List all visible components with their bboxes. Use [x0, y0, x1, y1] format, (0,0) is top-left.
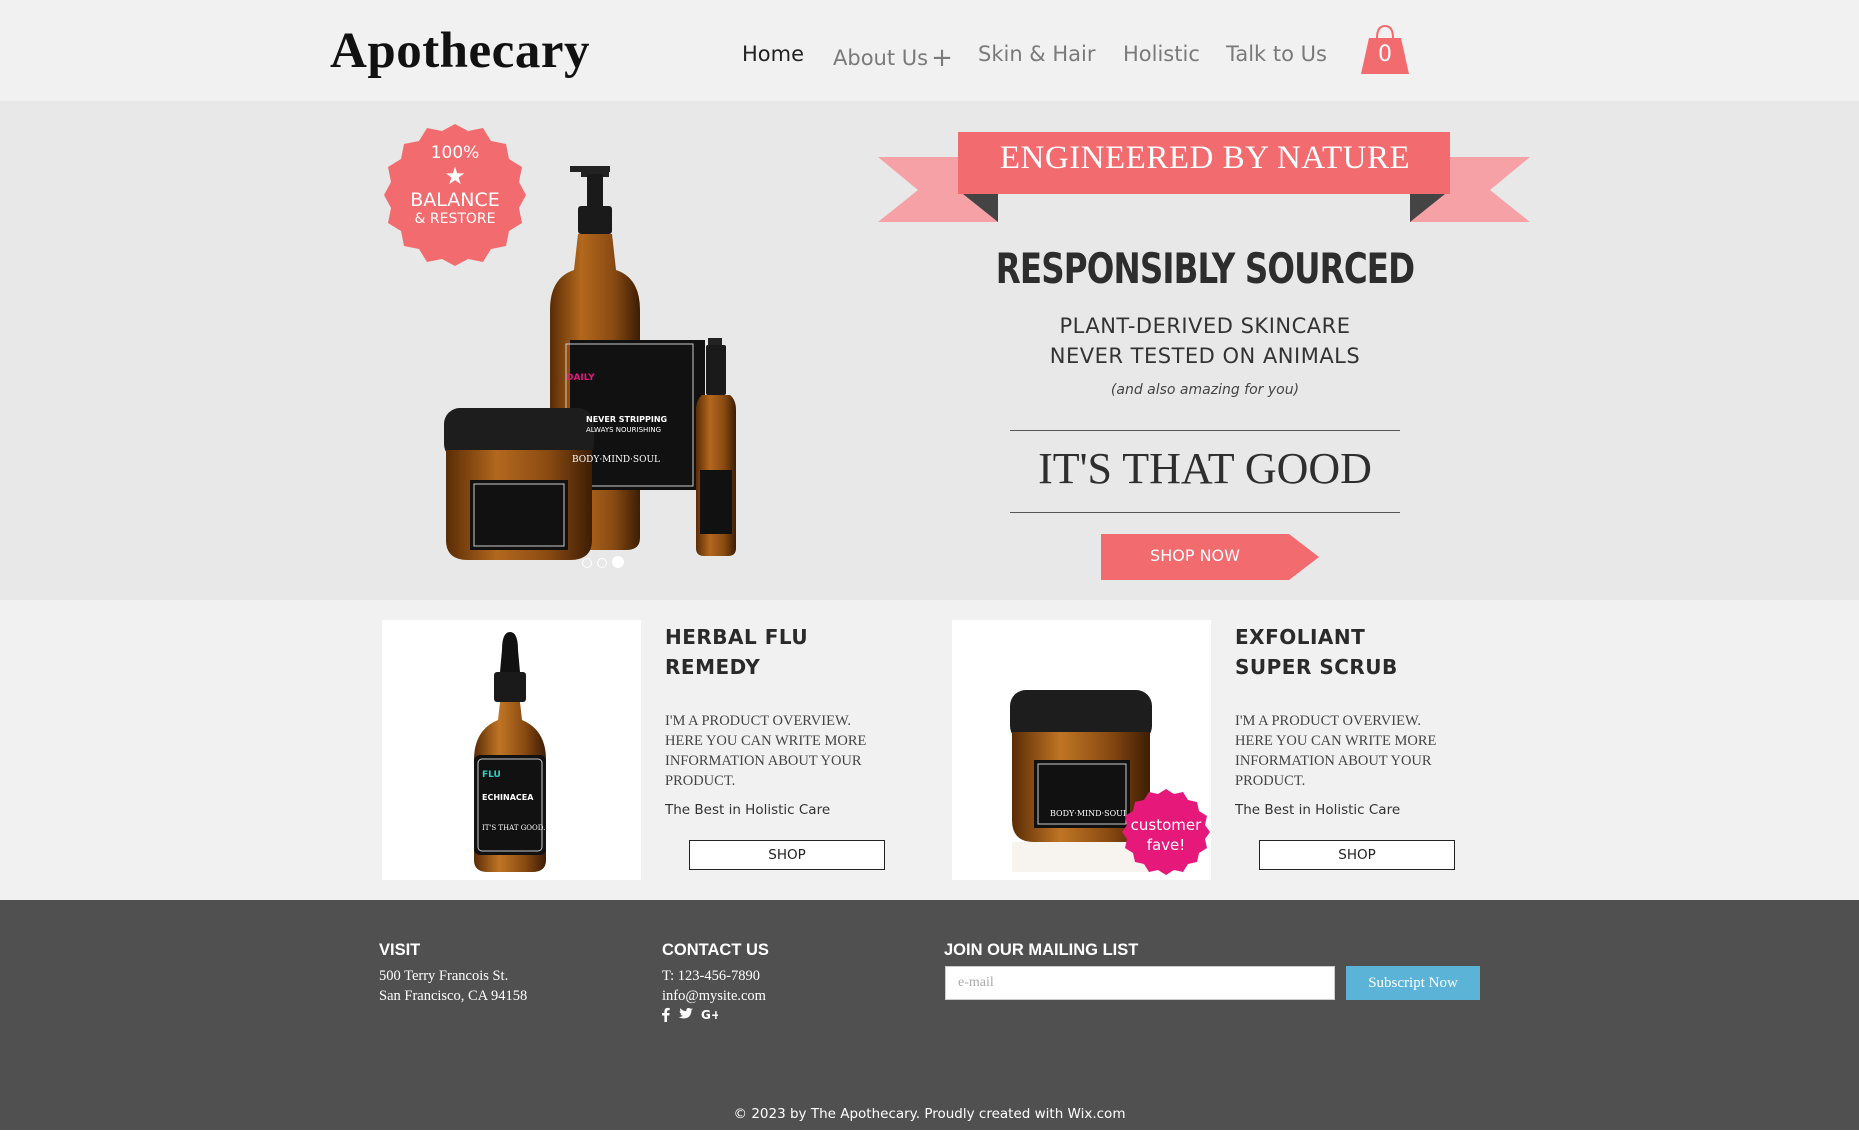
hero-subline-2: NEVER TESTED ON ANIMALS: [1049, 344, 1361, 368]
mailing-list-heading: JOIN OUR MAILING LIST: [944, 941, 1139, 959]
cart-button[interactable]: 0: [1359, 24, 1411, 76]
copyright: © 2023 by The Apothecary. Proudly create…: [733, 1106, 1126, 1122]
slide-dot-3[interactable]: [612, 556, 624, 568]
svg-text:ECHINACEA: ECHINACEA: [482, 793, 534, 802]
cart-count: 0: [1378, 42, 1392, 67]
ribbon-text: ENGINEERED BY NATURE: [999, 140, 1411, 176]
address-line-2: San Francisco, CA 94158: [379, 988, 528, 1004]
product-title-line-2: SUPER SCRUB: [1235, 655, 1398, 679]
nav-talk-to-us[interactable]: Talk to Us: [1226, 42, 1327, 66]
site-logo[interactable]: Apothecary: [330, 22, 590, 80]
expand-plus-icon[interactable]: +: [931, 43, 953, 73]
hero-tagline: IT'S THAT GOOD: [1038, 444, 1372, 493]
svg-text:NEVER STRIPPING: NEVER STRIPPING: [586, 415, 667, 424]
facebook-icon[interactable]: [661, 1007, 670, 1022]
subscribe-button[interactable]: Subscript Now: [1346, 966, 1480, 1000]
nav-about-us[interactable]: About Us +: [833, 42, 953, 73]
svg-text:BODY·MIND·SOUL: BODY·MIND·SOUL: [572, 455, 660, 465]
product-title[interactable]: EXFOLIANT SUPER SCRUB: [1235, 622, 1495, 682]
google-plus-icon[interactable]: G+: [701, 1007, 718, 1021]
product-description: I'M A PRODUCT OVERVIEW. HERE YOU CAN WRI…: [665, 713, 867, 789]
customer-fave-text: customer fave!: [1122, 815, 1210, 855]
slider-dots: [582, 553, 629, 572]
shop-button[interactable]: SHOP: [689, 840, 885, 870]
nav-holistic[interactable]: Holistic: [1123, 42, 1200, 66]
product-description: I'M A PRODUCT OVERVIEW. HERE YOU CAN WRI…: [1235, 713, 1437, 789]
divider: [1010, 512, 1400, 513]
fave-line-1: customer: [1130, 816, 1202, 834]
product-title[interactable]: HERBAL FLU REMEDY: [665, 622, 925, 682]
hero-headline: RESPONSIBLY SOURCED: [995, 244, 1415, 293]
product-title-line-1: HERBAL FLU: [665, 625, 809, 649]
herbal-flu-remedy-image[interactable]: FLU ECHINACEA IT'S THAT GOOD.: [382, 620, 641, 880]
fave-line-2: fave!: [1146, 836, 1186, 854]
slide-dot-1[interactable]: [582, 558, 592, 568]
dropper-bottle-image: FLU ECHINACEA IT'S THAT GOOD.: [474, 632, 546, 872]
svg-text:FLU: FLU: [482, 770, 501, 780]
site-header: Apothecary Home About Us + Skin & Hair Ho…: [0, 0, 1859, 101]
nav-home[interactable]: Home: [742, 42, 804, 66]
product-tagline: The Best in Holistic Care: [1235, 802, 1401, 818]
contact-heading: CONTACT US: [662, 941, 769, 959]
shop-button[interactable]: SHOP: [1259, 840, 1455, 870]
svg-text:G+: G+: [701, 1008, 718, 1021]
product-tagline: The Best in Holistic Care: [665, 802, 831, 818]
nav-about-us-label: About Us: [833, 46, 929, 70]
contact-phone: T: 123-456-7890: [662, 968, 760, 984]
svg-text:BODY·MIND·SOUL: BODY·MIND·SOUL: [1050, 809, 1129, 818]
address-line-1: 500 Terry Francois St.: [379, 968, 509, 984]
featured-products: [0, 600, 1859, 900]
site-footer: [0, 900, 1859, 1130]
product-title-line-1: EXFOLIANT: [1235, 625, 1366, 649]
nav-skin-hair[interactable]: Skin & Hair: [978, 42, 1096, 66]
email-input[interactable]: [945, 966, 1335, 1000]
social-links: G+: [661, 1007, 721, 1023]
page: Apothecary Home About Us + Skin & Hair Ho…: [0, 0, 1859, 1140]
svg-text:DAILY: DAILY: [566, 373, 595, 383]
contact-email[interactable]: info@mysite.com: [662, 986, 766, 1006]
slide-dot-2[interactable]: [597, 558, 607, 568]
twitter-icon[interactable]: [678, 1007, 694, 1021]
product-title-line-2: REMEDY: [665, 655, 761, 679]
page-bottom-edge: [0, 1130, 1859, 1140]
svg-text:IT'S THAT GOOD.: IT'S THAT GOOD.: [482, 824, 545, 832]
svg-text:ALWAYS NOURISHING: ALWAYS NOURISHING: [586, 426, 661, 434]
shop-now-label[interactable]: SHOP NOW: [1101, 546, 1289, 565]
hero-note: (and also amazing for you): [1110, 382, 1300, 398]
hero-product-image: DAILY NEVER STRIPPING ALWAYS NOURISHING …: [444, 166, 736, 560]
hero-subline-1: PLANT-DERIVED SKINCARE: [1059, 314, 1351, 338]
divider: [1010, 430, 1400, 431]
visit-heading: VISIT: [379, 941, 421, 959]
